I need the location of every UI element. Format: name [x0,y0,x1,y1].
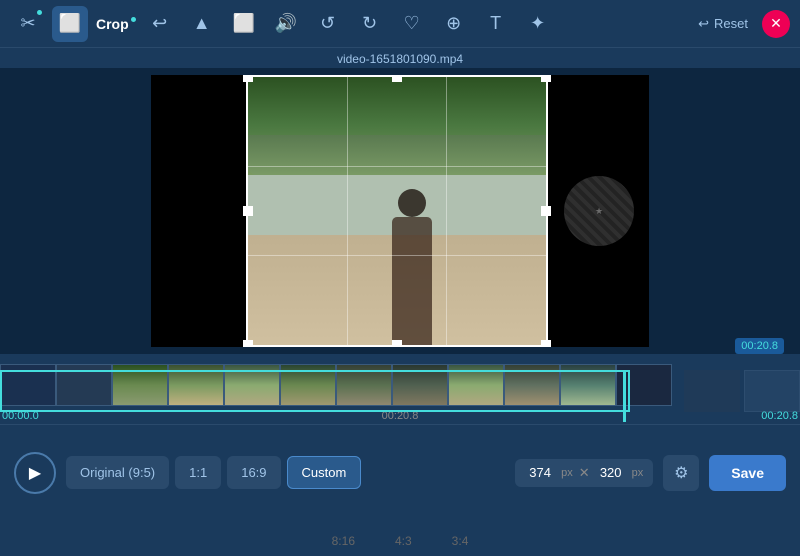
timeline-track [0,362,800,408]
timestamp-end: 00:20.8 [761,410,798,422]
undo-icon: ↩ [152,13,167,34]
timeline-thumb-3 [112,364,168,406]
play-icon: ▶ [29,463,41,483]
px-unit-2: px [632,467,644,479]
timeline-thumb-1 [0,364,56,406]
sub-ratio-816: 8:16 [332,534,355,548]
px-height-value: 320 [596,465,626,480]
timestamp-mid: 00:20.8 [382,410,419,422]
audio-icon: 🔊 [274,13,296,34]
timeline-timestamps: 00:00.0 00:20.8 00:20.8 [0,406,800,424]
reset-label: Reset [714,16,748,31]
rotate-tool[interactable]: ↺ [310,6,346,42]
ratio-custom-button[interactable]: Custom [287,456,362,489]
close-icon: ✕ [770,15,782,32]
px-cross: ✕ [579,465,590,481]
ratio-1-1-button[interactable]: 1:1 [175,456,221,489]
play-button[interactable]: ▶ [14,452,56,494]
text-icon: T [490,13,501,34]
timeline-container: 00:00.0 00:20.8 00:20.8 [0,354,800,424]
px-width-value: 374 [525,465,555,480]
video-content [246,75,548,347]
timeline-thumb-9 [448,364,504,406]
reset-icon: ↩ [698,16,709,32]
time-tooltip: 00:20.8 [735,338,784,354]
frame-icon: ⬜ [232,13,254,34]
filename: video-1651801090.mp4 [0,48,800,68]
watermark-inner: ★ [564,176,634,246]
reset-button[interactable]: ↩ Reset [690,12,756,36]
effects-icon: ✦ [530,13,545,34]
audio-tool[interactable]: 🔊 [268,6,304,42]
timeline-thumb-7 [336,364,392,406]
video-frame: ★ [151,75,649,347]
crop-tool[interactable]: ⬜ [52,6,88,42]
sub-ratios: 8:16 4:3 3:4 [332,534,469,548]
timeline-thumb-10 [504,364,560,406]
undo-tool[interactable]: ↩ [142,6,178,42]
ratio-16-9-button[interactable]: 16:9 [227,456,280,489]
save-button[interactable]: Save [709,455,786,491]
mirror-tool[interactable]: ▲ [184,6,220,42]
ratio-original-button[interactable]: Original (9:5) [66,456,169,489]
timeline-thumb-5 [224,364,280,406]
rotate-icon: ↺ [320,13,335,34]
sub-ratio-34: 3:4 [452,534,469,548]
ratio-buttons: Original (9:5) 1:1 16:9 Custom [66,456,505,489]
canvas-area: ★ 00:20.8 [0,68,800,354]
crop-label: Crop [96,16,129,32]
text-tool[interactable]: T [478,6,514,42]
timeline-thumb-4 [168,364,224,406]
watermark: ★ [549,75,649,347]
timeline-thumbs [0,364,780,406]
frame-tool[interactable]: ⬜ [226,6,262,42]
overlay-tool[interactable]: ⊕ [436,6,472,42]
speed-tool[interactable]: ↻ [352,6,388,42]
speed-icon: ↻ [362,13,377,34]
gear-icon: ⚙ [674,463,688,483]
sub-ratio-43: 4:3 [395,534,412,548]
close-button[interactable]: ✕ [762,10,790,38]
mirror-icon: ▲ [193,13,211,34]
scissors-tool[interactable]: ✂ [10,6,46,42]
timeline-thumb-8 [392,364,448,406]
timeline-thumb-6 [280,364,336,406]
bottom-controls: ▶ Original (9:5) 1:1 16:9 Custom 374 px … [0,424,800,520]
timeline-thumb-2 [56,364,112,406]
blackbar-left [151,75,246,347]
overlay-icon: ⊕ [446,13,461,34]
toolbar: ✂ ⬜ Crop ↩ ▲ ⬜ 🔊 ↺ ↻ ♡ ⊕ T ✦ ↩ Reset ✕ [0,0,800,48]
crop-icon: ⬜ [59,13,81,34]
px-inputs: 374 px ✕ 320 px [515,459,653,487]
effects-tool[interactable]: ✦ [520,6,556,42]
scissors-icon: ✂ [20,13,35,34]
px-unit-1: px [561,467,573,479]
watermark-text: ★ [595,206,603,217]
gear-button[interactable]: ⚙ [663,455,699,491]
heart-tool[interactable]: ♡ [394,6,430,42]
heart-icon: ♡ [404,13,420,34]
timeline-thumb-11 [560,364,616,406]
timeline-thumb-12 [616,364,672,406]
timestamp-start: 00:00.0 [2,410,39,422]
